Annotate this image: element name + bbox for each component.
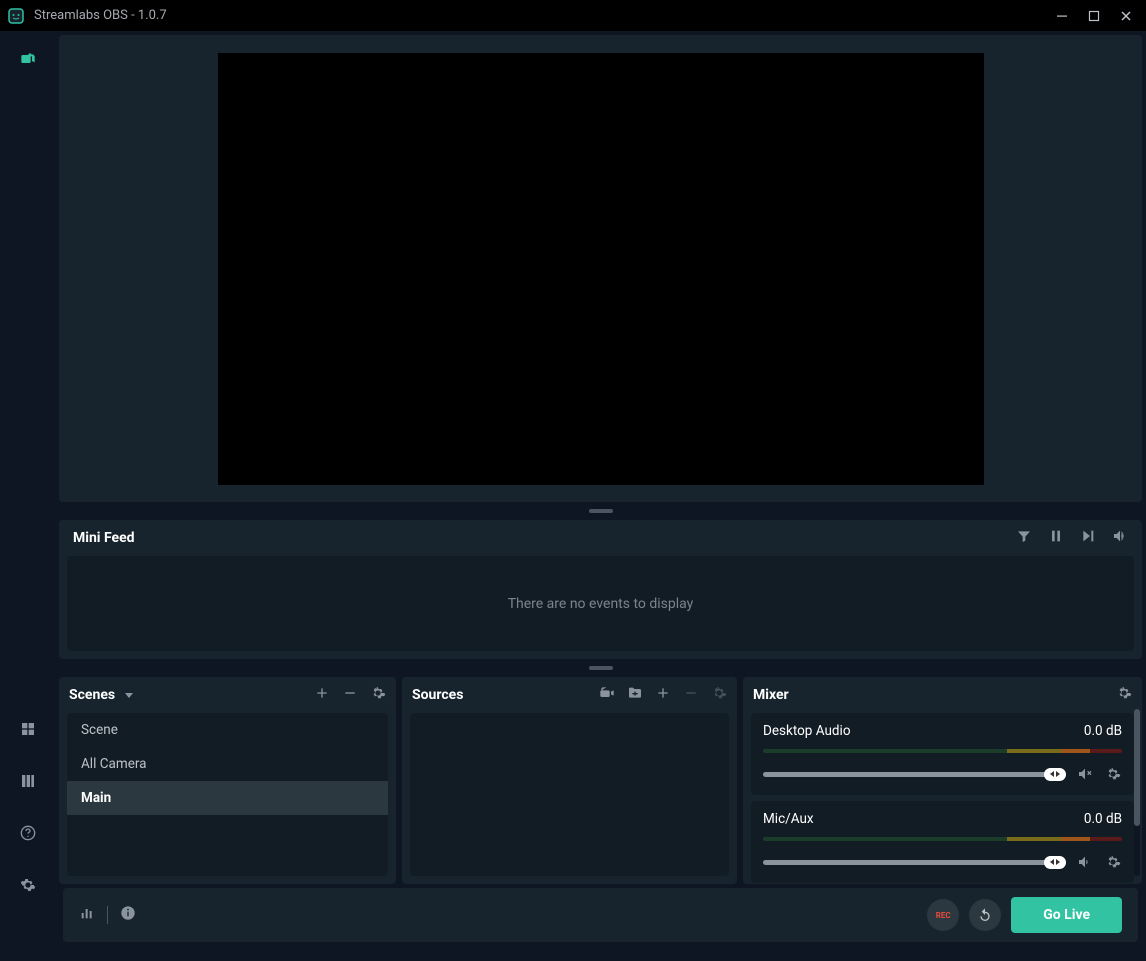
sources-title: Sources xyxy=(412,687,463,703)
scenes-panel: Scenes SceneAll CameraMain xyxy=(59,677,396,884)
mixer-panel: Mixer Desktop Audio 0.0 dB Mic/Aux 0.0 dB xyxy=(743,677,1142,884)
replay-buffer-button[interactable] xyxy=(969,899,1001,931)
mixer-channel: Desktop Audio 0.0 dB xyxy=(751,713,1134,795)
remove-source-icon[interactable] xyxy=(683,685,699,705)
add-scene-icon[interactable] xyxy=(314,685,330,705)
vu-meter xyxy=(763,837,1122,841)
pause-icon[interactable] xyxy=(1048,528,1064,548)
sources-list xyxy=(410,713,729,876)
titlebar: Streamlabs OBS - 1.0.7 xyxy=(0,0,1146,31)
app-logo-icon xyxy=(8,8,24,24)
source-settings-icon[interactable] xyxy=(711,685,727,705)
volume-slider[interactable] xyxy=(763,772,1066,777)
record-button[interactable]: REC xyxy=(927,899,959,931)
left-rail xyxy=(0,31,55,961)
mini-feed-panel: Mini Feed There are no events to display xyxy=(59,520,1142,659)
scene-item[interactable]: All Camera xyxy=(67,747,388,781)
scenes-list: SceneAll CameraMain xyxy=(67,713,388,876)
channel-settings-icon[interactable] xyxy=(1104,765,1122,783)
close-button[interactable] xyxy=(1114,4,1138,28)
editor-tab-icon[interactable] xyxy=(12,43,44,75)
mute-icon[interactable] xyxy=(1076,765,1094,783)
sources-panel: Sources xyxy=(402,677,737,884)
skip-icon[interactable] xyxy=(1080,528,1096,548)
remove-scene-icon[interactable] xyxy=(342,685,358,705)
mixer-list: Desktop Audio 0.0 dB Mic/Aux 0.0 dB xyxy=(743,713,1142,884)
scenes-dropdown-icon[interactable] xyxy=(125,693,133,698)
divider-handle[interactable] xyxy=(59,506,1142,516)
layout-editor-icon[interactable] xyxy=(12,765,44,797)
preview-panel[interactable] xyxy=(59,35,1142,502)
mixer-channel-name: Mic/Aux xyxy=(763,811,814,827)
add-source-icon[interactable] xyxy=(655,685,671,705)
mute-alerts-icon[interactable] xyxy=(1112,528,1128,548)
mini-feed-empty: There are no events to display xyxy=(508,596,694,612)
add-folder-icon[interactable] xyxy=(627,685,643,705)
scene-item[interactable]: Main xyxy=(67,781,388,815)
help-icon[interactable] xyxy=(12,817,44,849)
footer-bar: REC Go Live xyxy=(63,888,1138,942)
mini-feed-body: There are no events to display xyxy=(67,556,1134,651)
divider-handle-2[interactable] xyxy=(59,663,1142,673)
mixer-channel: Mic/Aux 0.0 dB xyxy=(751,801,1134,883)
mixer-channel-db: 0.0 dB xyxy=(1084,811,1122,827)
scene-item[interactable]: Scene xyxy=(67,713,388,747)
dashboard-icon[interactable] xyxy=(12,713,44,745)
volume-slider[interactable] xyxy=(763,860,1066,865)
go-live-button[interactable]: Go Live xyxy=(1011,897,1122,933)
mute-icon[interactable] xyxy=(1076,853,1094,871)
scene-settings-icon[interactable] xyxy=(370,685,386,705)
mixer-channel-name: Desktop Audio xyxy=(763,723,851,739)
vu-meter xyxy=(763,749,1122,753)
stats-icon[interactable] xyxy=(79,905,95,925)
settings-icon[interactable] xyxy=(12,869,44,901)
footer-divider xyxy=(107,906,108,924)
preview-canvas[interactable] xyxy=(218,53,984,485)
mixer-channel-db: 0.0 dB xyxy=(1084,723,1122,739)
channel-settings-icon[interactable] xyxy=(1104,853,1122,871)
filter-icon[interactable] xyxy=(1016,528,1032,548)
mixer-scrollbar[interactable] xyxy=(1134,709,1140,876)
mixer-settings-icon[interactable] xyxy=(1116,685,1132,705)
scenes-title: Scenes xyxy=(69,687,115,703)
maximize-button[interactable] xyxy=(1082,4,1106,28)
add-camera-source-icon[interactable] xyxy=(599,685,615,705)
mixer-title: Mixer xyxy=(753,687,789,703)
mini-feed-title: Mini Feed xyxy=(73,530,135,546)
minimize-button[interactable] xyxy=(1050,4,1074,28)
info-icon[interactable] xyxy=(120,905,136,925)
window-title: Streamlabs OBS - 1.0.7 xyxy=(34,8,167,23)
